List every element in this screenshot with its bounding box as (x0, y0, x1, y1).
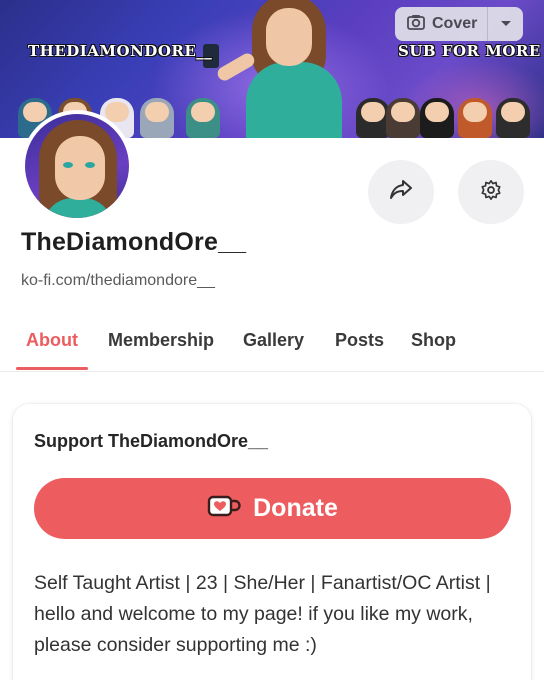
tab-shop[interactable]: Shop (411, 330, 456, 351)
active-tab-indicator (16, 367, 88, 370)
tab-about[interactable]: About (26, 330, 78, 351)
support-card-title: Support TheDiamondOre__ (34, 431, 269, 451)
cover-chibi (386, 98, 420, 138)
tab-posts[interactable]: Posts (335, 330, 384, 351)
cover-left-text: THEDIAMONDORE__ (28, 42, 213, 60)
cover-button-label: Cover (432, 15, 478, 32)
cover-character-body (246, 62, 342, 138)
donate-button[interactable]: Donate (34, 478, 511, 539)
cover-chibi (186, 98, 220, 138)
cover-chibi (356, 98, 390, 138)
profile-tabs: About Membership Gallery Posts Shop (0, 318, 544, 372)
tab-gallery[interactable]: Gallery (243, 330, 304, 351)
cover-chibi (140, 98, 174, 138)
cover-right-text: SUB FOR MORE (398, 42, 541, 60)
settings-button[interactable] (458, 160, 524, 224)
avatar-image (25, 114, 129, 218)
cover-edit-button[interactable]: Cover (395, 7, 488, 41)
cover-chibi (458, 98, 492, 138)
gear-icon (480, 179, 502, 206)
donate-button-label: Donate (253, 494, 338, 522)
camera-icon (407, 14, 425, 35)
cover-chibi (420, 98, 454, 138)
cover-chibi (496, 98, 530, 138)
share-button[interactable] (368, 160, 434, 224)
tab-membership[interactable]: Membership (108, 330, 214, 351)
caret-down-icon (500, 15, 512, 33)
profile-description: Self Taught Artist | 23 | She/Her | Fana… (34, 572, 491, 656)
avatar[interactable] (21, 110, 133, 222)
support-card: Support TheDiamondOre__ Donate Self Taug… (13, 404, 531, 680)
cover-dropdown-button[interactable] (488, 7, 523, 41)
share-icon (389, 179, 413, 206)
profile-name: TheDiamondOre__ (21, 228, 247, 256)
cover-button-group: Cover (395, 7, 523, 41)
ko-fi-cup-icon (207, 494, 241, 523)
cover-character-face (266, 8, 312, 66)
profile-url[interactable]: ko-fi.com/thediamondore__ (21, 272, 215, 290)
